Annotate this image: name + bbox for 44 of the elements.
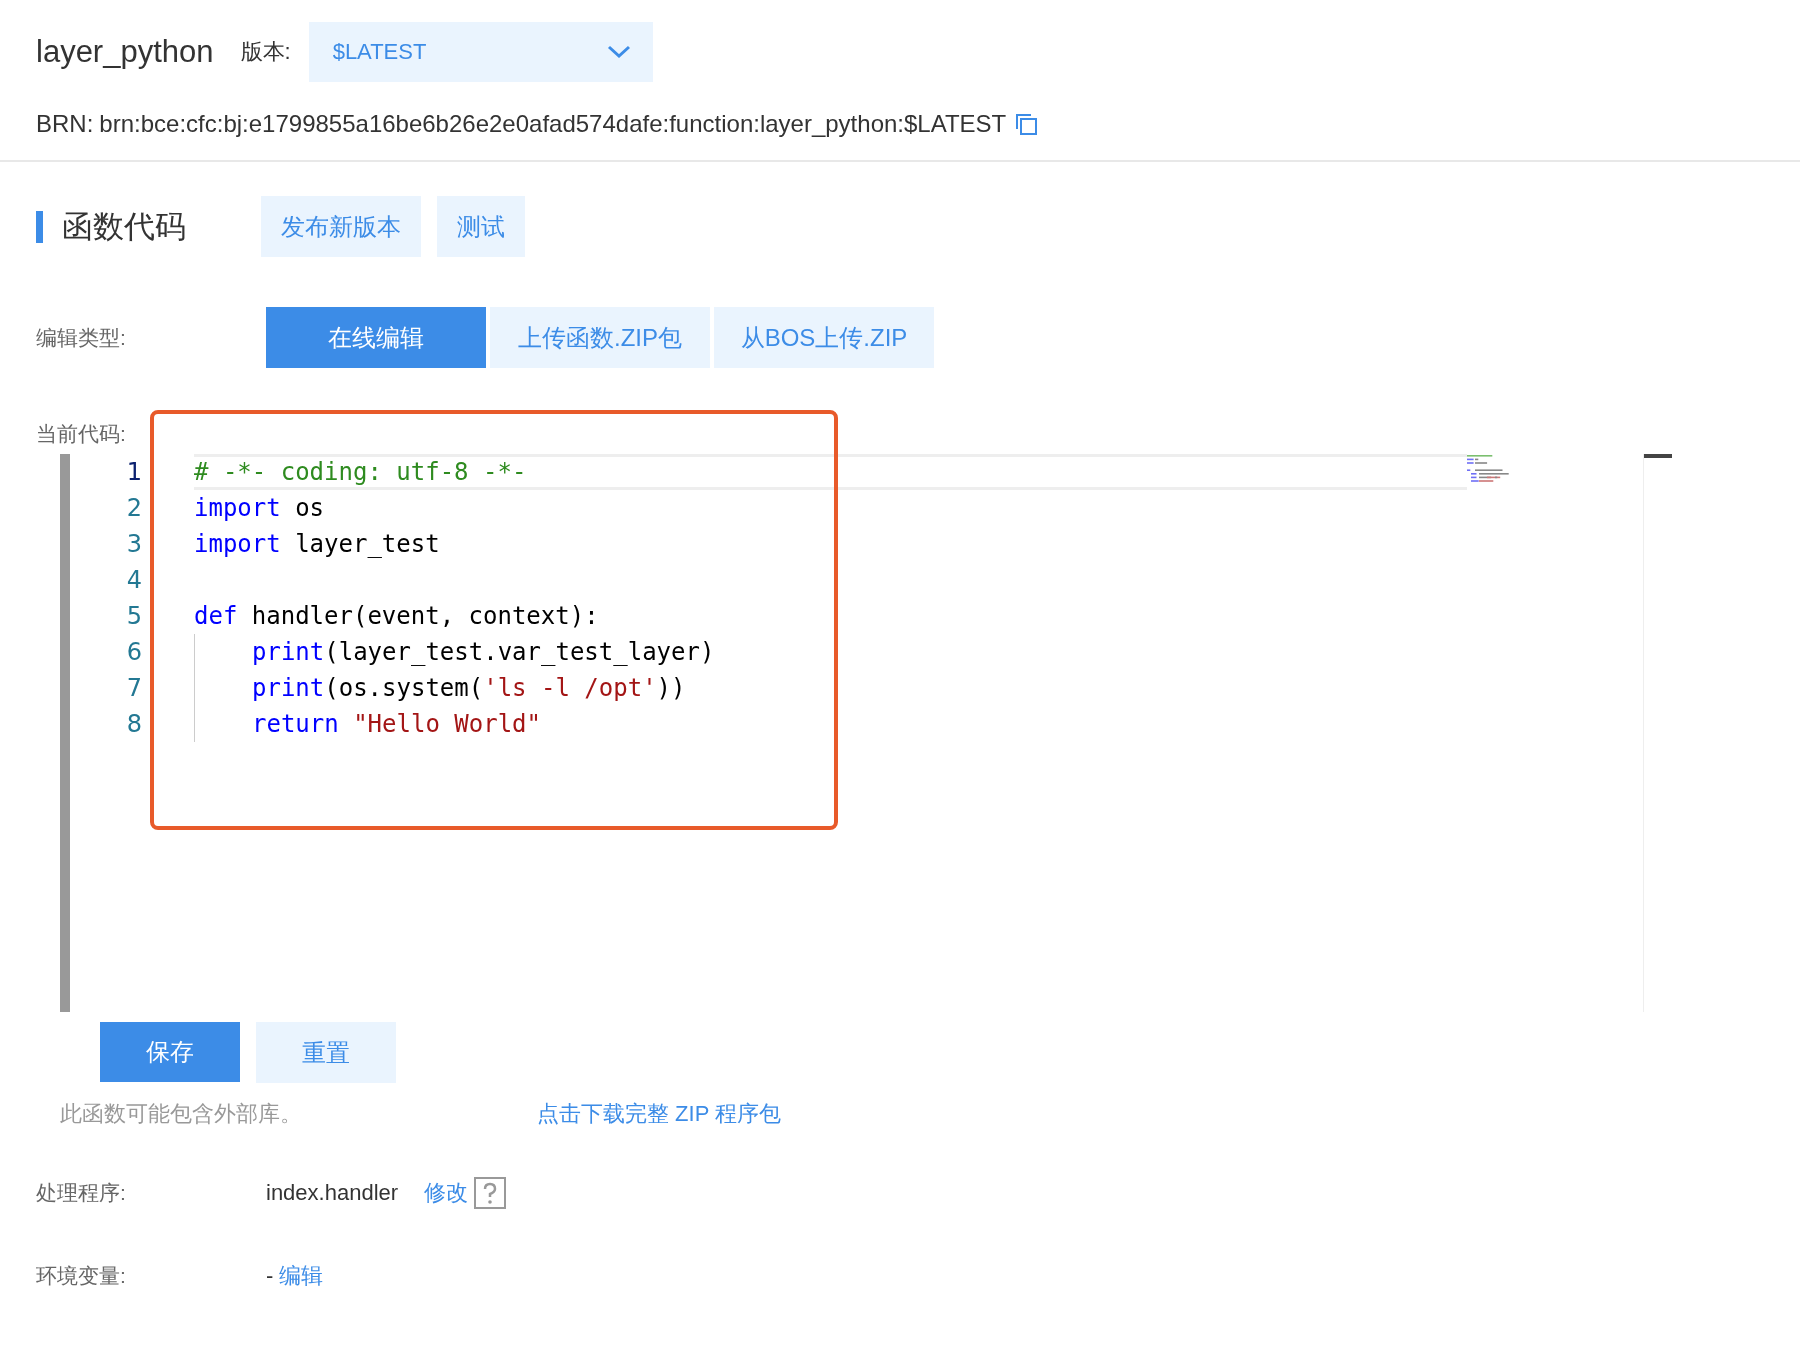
line-number: 7: [125, 674, 142, 702]
brn-label: BRN:: [36, 110, 94, 138]
edit-link[interactable]: 编辑: [279, 1261, 324, 1291]
section-title: 函数代码: [62, 207, 187, 246]
help-icon[interactable]: [474, 1177, 507, 1209]
brn-value: brn:bce:cfc:bj:e1799855a16be6b26e2e0afad574dafe:function:layer_python:$LATEST: [99, 110, 1007, 138]
version-label: 版本:: [240, 38, 291, 66]
code-editor[interactable]: 1 # -*- coding: utf-8 -*- 2 import os 3 import layer_test 4 5 def handler(event, context): 6 print(layer_test.var_test_layer) 7 print(os.system('ls -l /opt')) 8 return "Hello World": [60, 454, 1764, 1012]
line-number: 2: [125, 494, 142, 522]
code-line: print(os.system('ls -l /opt')): [252, 674, 686, 702]
action-button[interactable]: 测试: [437, 196, 525, 257]
overview-ruler-marker: [1644, 454, 1672, 458]
env-value: -: [266, 1263, 274, 1289]
function-name: layer_python: [36, 34, 214, 70]
line-number: 1: [125, 458, 142, 486]
edit-type-tab[interactable]: 从BOS上传.ZIP: [714, 307, 934, 368]
section-marker: [36, 210, 43, 243]
line-number: 8: [125, 710, 142, 738]
code-line: def handler(event, context):: [194, 602, 599, 630]
modify-link[interactable]: 修改: [424, 1178, 469, 1208]
field-label: 处理程序:: [36, 1180, 127, 1206]
copy-icon[interactable]: [1014, 112, 1039, 136]
field-label: 当前代码:: [36, 421, 127, 446]
download-link[interactable]: 点击下载完整 ZIP 程序包: [537, 1099, 782, 1129]
code-line: # -*- coding: utf-8 -*-: [194, 458, 527, 486]
code-line: import layer_test: [194, 530, 440, 558]
edit-type-tab[interactable]: 上传函数.ZIP包: [490, 307, 710, 368]
line-number: 6: [125, 638, 142, 666]
line-number: 3: [125, 530, 142, 558]
line-number: 5: [125, 602, 142, 630]
edit-type-tab[interactable]: 在线编辑: [266, 307, 486, 368]
code-line: print(layer_test.var_test_layer): [252, 638, 715, 666]
action-button[interactable]: 发布新版本: [261, 196, 421, 257]
field-label: 环境变量:: [36, 1263, 127, 1289]
reset-button[interactable]: 重置: [256, 1022, 396, 1083]
line-number: 4: [125, 566, 142, 594]
code-line: return "Hello World": [252, 710, 541, 738]
handler-value: index.handler: [266, 1180, 399, 1206]
field-label: 编辑类型:: [36, 324, 127, 351]
save-button[interactable]: 保存: [100, 1022, 240, 1082]
version-dropdown[interactable]: $LATEST: [308, 22, 653, 82]
code-line: import os: [194, 494, 325, 522]
chevron-down-icon: [606, 45, 631, 59]
note-text: 此函数可能包含外部库。: [60, 1100, 303, 1128]
